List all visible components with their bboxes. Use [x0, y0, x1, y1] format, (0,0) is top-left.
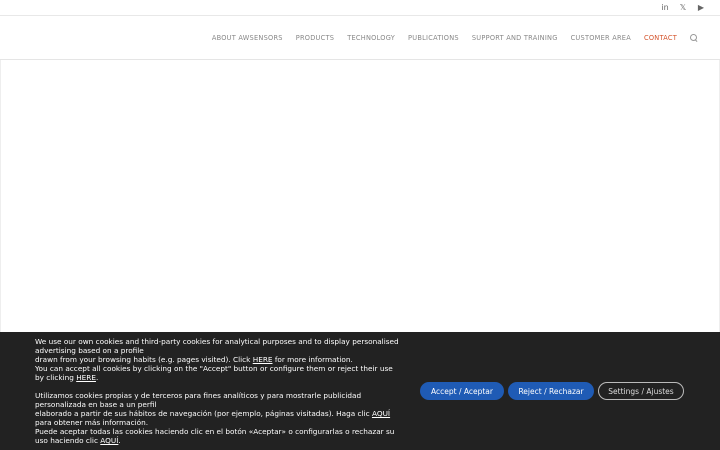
cookie-es-line3: Puede aceptar todas las cookies haciendo…	[35, 427, 395, 445]
cookie-es-more-info-link[interactable]: AQUÍ	[372, 409, 390, 418]
nav-item-publications[interactable]: PUBLICATIONS	[408, 34, 459, 42]
nav-item-customer-area[interactable]: CUSTOMER AREA	[571, 34, 631, 42]
cookie-en-line1: We use our own cookies and third-party c…	[35, 337, 399, 355]
site-header: ABOUT AWSENSORS PRODUCTS TECHNOLOGY PUBL…	[0, 16, 720, 60]
social-links: in 𝕏 ▶	[660, 2, 706, 13]
settings-button[interactable]: Settings / Ajustes	[598, 382, 684, 400]
cookie-es-line1: Utilizamos cookies propias y de terceros…	[35, 391, 362, 409]
cookie-en-line2: drawn from your browsing habits (e.g. pa…	[35, 355, 353, 364]
cookie-en-more-info-link[interactable]: HERE	[253, 355, 273, 364]
linkedin-icon[interactable]: in	[660, 2, 670, 13]
reject-button[interactable]: Reject / Rechazar	[508, 382, 594, 400]
nav-item-about[interactable]: ABOUT AWSENSORS	[212, 34, 283, 42]
x-twitter-icon[interactable]: 𝕏	[678, 2, 688, 13]
main-nav: ABOUT AWSENSORS PRODUCTS TECHNOLOGY PUBL…	[199, 16, 698, 60]
top-bar: in 𝕏 ▶	[0, 0, 720, 16]
cookie-en-line3: You can accept all cookies by clicking o…	[35, 364, 393, 382]
nav-item-support[interactable]: SUPPORT AND TRAINING	[472, 34, 558, 42]
cookie-es-line2: elaborado a partir de sus hábitos de nav…	[35, 409, 391, 427]
cookie-es-configure-link[interactable]: AQUÍ	[100, 436, 118, 445]
accept-button[interactable]: Accept / Aceptar	[420, 382, 504, 400]
cookie-text: We use our own cookies and third-party c…	[35, 337, 403, 445]
cookie-banner: We use our own cookies and third-party c…	[0, 332, 720, 450]
cookie-en-configure-link[interactable]: HERE	[76, 373, 96, 382]
cookie-buttons: Accept / Aceptar Reject / Rechazar Setti…	[420, 382, 684, 400]
main-content	[0, 60, 720, 332]
youtube-icon[interactable]: ▶	[696, 2, 706, 13]
nav-item-products[interactable]: PRODUCTS	[296, 34, 334, 42]
nav-item-contact[interactable]: CONTACT	[644, 34, 677, 42]
search-icon[interactable]	[690, 34, 698, 42]
nav-item-technology[interactable]: TECHNOLOGY	[347, 34, 395, 42]
